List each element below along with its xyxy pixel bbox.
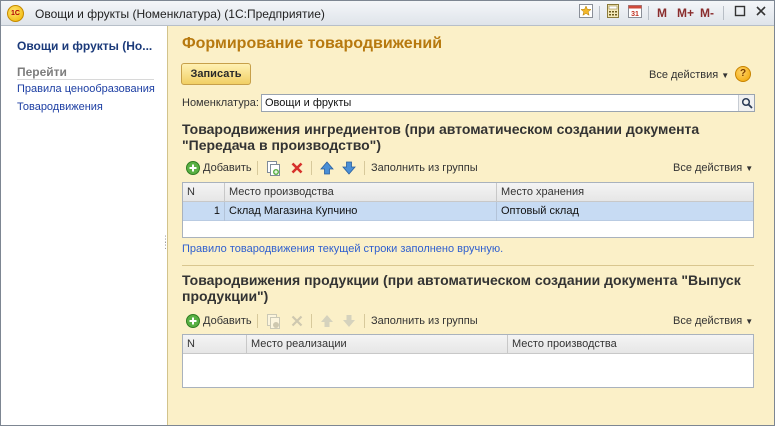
memory-m-button[interactable]: M (657, 6, 667, 20)
column-header-sales-place[interactable]: Место реализации (247, 335, 508, 354)
row-number: 1 (183, 202, 225, 221)
memory-mminus-button[interactable]: M- (700, 6, 714, 20)
column-header-storage-place[interactable]: Место хранения (497, 183, 753, 202)
app-logo-icon[interactable]: 1С (7, 5, 24, 22)
column-header-production-place[interactable]: Место производства (225, 183, 497, 202)
all-actions-label: Все действия (673, 315, 743, 327)
products-table[interactable]: N Место реализации Место производства (182, 334, 754, 388)
all-actions-menu[interactable]: Все действия ▼ (649, 69, 729, 81)
ingredients-table[interactable]: N Место производства Место хранения 1 Ск… (182, 182, 754, 238)
chevron-down-icon: ▼ (745, 317, 754, 326)
chevron-down-icon: ▼ (721, 71, 730, 80)
cell-production-place[interactable]: Склад Магазина Купчино (225, 202, 497, 221)
write-button[interactable]: Записать (181, 63, 251, 85)
app-window: 1С Овощи и фрукты (Номенклатура) (1С:Пре… (0, 0, 775, 426)
favorites-star-icon[interactable] (577, 4, 595, 22)
window-title: Овощи и фрукты (Номенклатура) (1С:Предпр… (35, 7, 325, 21)
nomenclature-field[interactable]: Овощи и фрукты (261, 94, 755, 112)
copy-icon[interactable] (265, 313, 281, 329)
chevron-down-icon: ▼ (745, 164, 754, 173)
delete-icon[interactable] (289, 313, 305, 329)
delete-icon[interactable] (289, 160, 305, 176)
help-icon[interactable]: ? (735, 66, 751, 82)
add-icon[interactable] (185, 313, 201, 329)
fill-from-group-button[interactable]: Заполнить из группы (371, 315, 478, 327)
section1-all-actions-menu[interactable]: Все действия ▼ (673, 162, 753, 174)
nomenclature-label: Номенклатура: (182, 97, 259, 109)
move-up-icon[interactable] (319, 160, 335, 176)
svg-text:31: 31 (631, 11, 639, 18)
sidebar-divider (17, 79, 154, 80)
sidebar-link-pricing-rules[interactable]: Правила ценообразования (17, 83, 155, 95)
close-icon[interactable] (753, 5, 769, 21)
section-ingredients-title: Товародвижения ингредиентов (при автомат… (182, 121, 700, 153)
add-icon[interactable] (185, 160, 201, 176)
table-row[interactable]: 1 Склад Магазина Купчино Оптовый склад (183, 202, 753, 221)
column-header-n[interactable]: N (183, 335, 247, 354)
sidebar-section-label: Перейти (17, 65, 67, 79)
move-up-icon[interactable] (319, 313, 335, 329)
row-rule-info-text: Правило товародвижения текущей строки за… (182, 243, 504, 255)
add-button[interactable]: Добавить (203, 162, 252, 174)
all-actions-label: Все действия (649, 69, 719, 81)
table-header: N Место реализации Место производства (183, 335, 753, 354)
page-title: Формирование товародвижений (182, 35, 443, 52)
fill-from-group-button[interactable]: Заполнить из группы (371, 162, 478, 174)
nomenclature-value: Овощи и фрукты (265, 97, 352, 109)
main-content: Формирование товародвижений Записать Все… (169, 26, 774, 425)
table-header: N Место производства Место хранения (183, 183, 753, 202)
sidebar-resize-grip[interactable]: ⋮ ⋮ (161, 235, 170, 260)
restore-icon[interactable] (732, 5, 748, 21)
calendar-icon[interactable]: 31 (626, 4, 644, 22)
calculator-icon[interactable] (604, 4, 622, 22)
sidebar-link-goods-movements[interactable]: Товародвижения (17, 101, 103, 113)
move-down-icon[interactable] (341, 313, 357, 329)
add-button[interactable]: Добавить (203, 315, 252, 327)
section-divider (182, 265, 754, 266)
column-header-n[interactable]: N (183, 183, 225, 202)
all-actions-label: Все действия (673, 162, 743, 174)
move-down-icon[interactable] (341, 160, 357, 176)
title-bar: 1С Овощи и фрукты (Номенклатура) (1С:Пре… (1, 1, 774, 26)
column-header-production-place[interactable]: Место производства (508, 335, 753, 354)
section-products-title: Товародвижения продукции (при автоматиче… (182, 272, 741, 304)
copy-icon[interactable] (265, 160, 281, 176)
memory-mplus-button[interactable]: M+ (677, 6, 694, 20)
section2-all-actions-menu[interactable]: Все действия ▼ (673, 315, 753, 327)
search-icon[interactable] (738, 95, 754, 111)
sidebar-title[interactable]: Овощи и фрукты (Но... (17, 39, 159, 53)
cell-storage-place[interactable]: Оптовый склад (497, 202, 753, 221)
sidebar: Овощи и фрукты (Но... Перейти Правила це… (1, 26, 170, 425)
